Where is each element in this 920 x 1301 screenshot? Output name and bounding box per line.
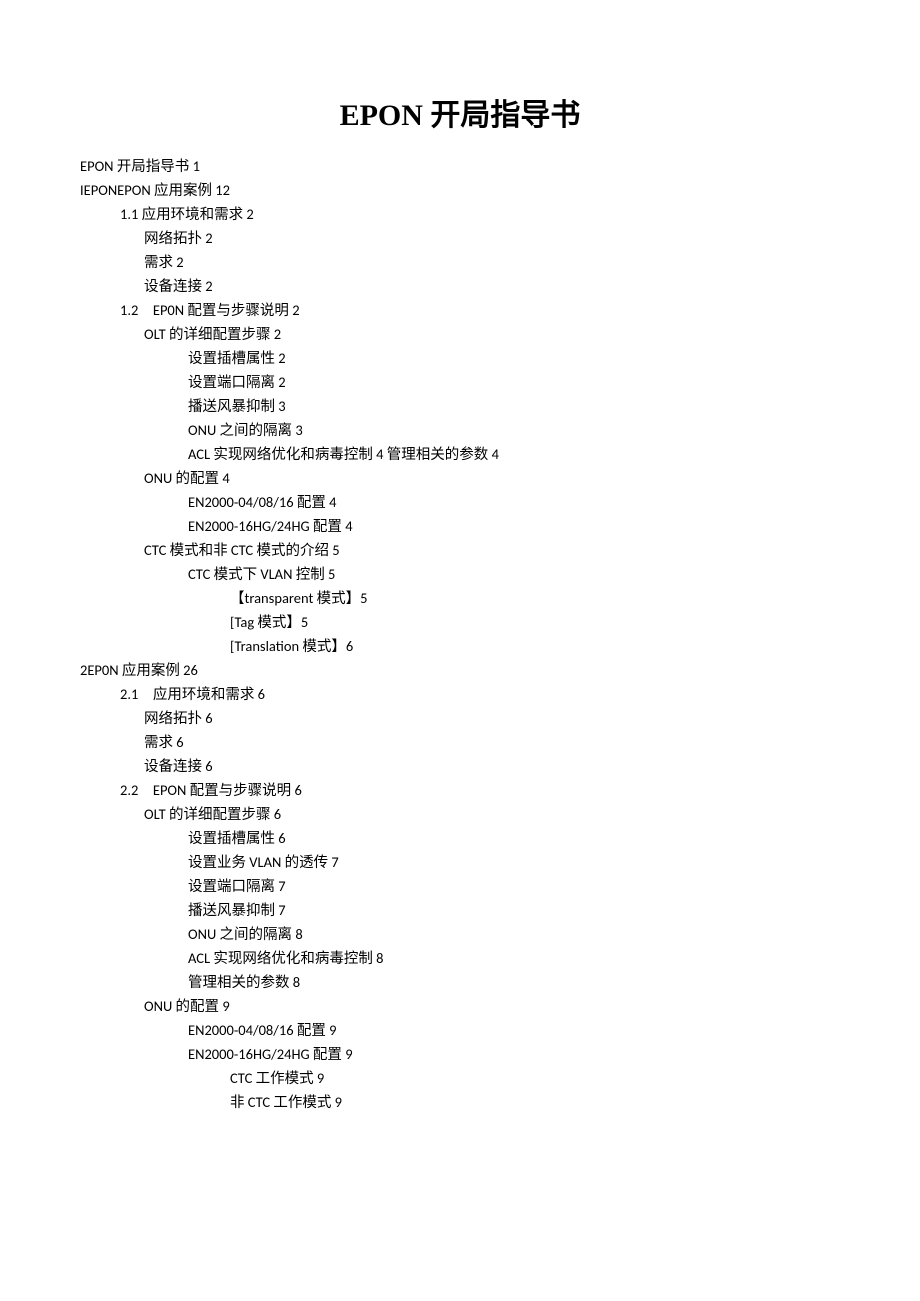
toc-entry: ACL 实现网络优化和病毒控制 4 管理相关的参数 4 — [80, 442, 840, 466]
document-title: EPON 开局指导书 — [80, 90, 840, 134]
toc-entry: 设置插槽属性 2 — [80, 346, 840, 370]
toc-entry: OLT 的详细配置步骤 6 — [80, 802, 840, 826]
toc-entry: 1.1 应用环境和需求 2 — [80, 202, 840, 226]
toc-entry: ONU 的配置 4 — [80, 466, 840, 490]
toc-entry: 播送风暴抑制 7 — [80, 898, 840, 922]
toc-entry: 需求 2 — [80, 250, 840, 274]
toc-entry: ONU 之间的隔离 3 — [80, 418, 840, 442]
toc-entry: [Translation 模式】6 — [80, 634, 840, 658]
toc-entry: EN2000-04/08/16 配置 9 — [80, 1018, 840, 1042]
toc-entry: EN2000-16HG/24HG 配置 4 — [80, 514, 840, 538]
toc-entry: 2EP0N 应用案例 26 — [80, 658, 840, 682]
toc-entry: 网络拓扑 2 — [80, 226, 840, 250]
toc-entry: ACL 实现网络优化和病毒控制 8 — [80, 946, 840, 970]
document-page: EPON 开局指导书 EPON 开局指导书 1IEPONEPON 应用案例 12… — [0, 0, 920, 1174]
toc-entry: 设置端口隔离 2 — [80, 370, 840, 394]
toc-entry: EN2000-16HG/24HG 配置 9 — [80, 1042, 840, 1066]
toc-entry: 播送风暴抑制 3 — [80, 394, 840, 418]
toc-entry: 设备连接 2 — [80, 274, 840, 298]
toc-entry: 2.1 应用环境和需求 6 — [80, 682, 840, 706]
toc-entry: 设备连接 6 — [80, 754, 840, 778]
toc-entry: EPON 开局指导书 1 — [80, 154, 840, 178]
toc-entry: 设置端口隔离 7 — [80, 874, 840, 898]
toc-entry: 网络拓扑 6 — [80, 706, 840, 730]
toc-entry: 需求 6 — [80, 730, 840, 754]
toc-entry: 2.2 EPON 配置与步骤说明 6 — [80, 778, 840, 802]
toc-entry: [Tag 模式】5 — [80, 610, 840, 634]
toc-entry: 非 CTC 工作模式 9 — [80, 1090, 840, 1114]
toc-entry: 设置插槽属性 6 — [80, 826, 840, 850]
toc-entry: 设置业务 VLAN 的透传 7 — [80, 850, 840, 874]
toc-entry: CTC 模式和非 CTC 模式的介绍 5 — [80, 538, 840, 562]
table-of-contents: EPON 开局指导书 1IEPONEPON 应用案例 121.1 应用环境和需求… — [80, 154, 840, 1114]
toc-entry: 【transparent 模式】5 — [80, 586, 840, 610]
toc-entry: 1.2 EP0N 配置与步骤说明 2 — [80, 298, 840, 322]
toc-entry: IEPONEPON 应用案例 12 — [80, 178, 840, 202]
toc-entry: OLT 的详细配置步骤 2 — [80, 322, 840, 346]
toc-entry: ONU 的配置 9 — [80, 994, 840, 1018]
toc-entry: 管理相关的参数 8 — [80, 970, 840, 994]
toc-entry: CTC 模式下 VLAN 控制 5 — [80, 562, 840, 586]
toc-entry: ONU 之间的隔离 8 — [80, 922, 840, 946]
toc-entry: CTC 工作模式 9 — [80, 1066, 840, 1090]
toc-entry: EN2000-04/08/16 配置 4 — [80, 490, 840, 514]
